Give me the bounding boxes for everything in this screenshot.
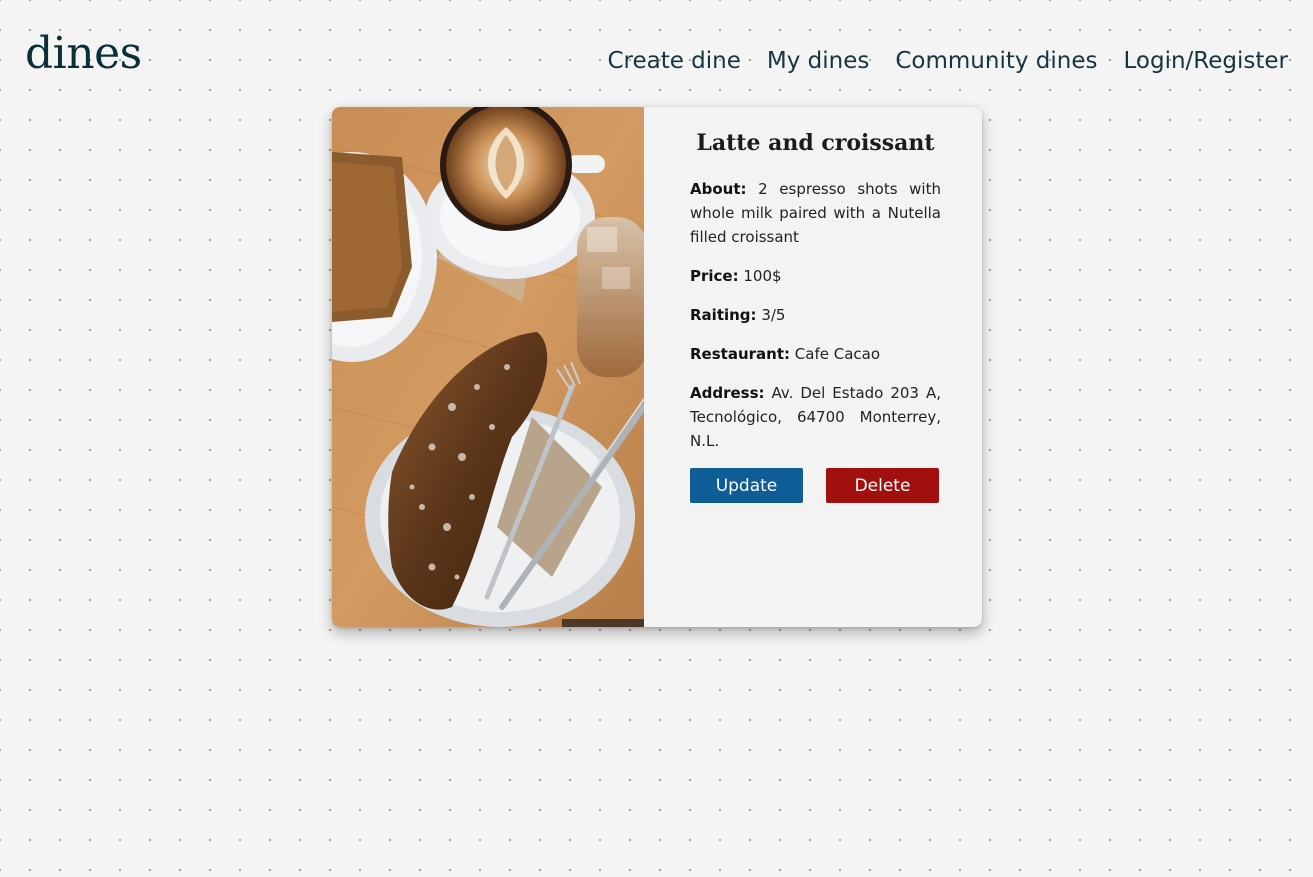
rating-label: Raiting:	[690, 306, 757, 324]
price-label: Price:	[690, 267, 739, 285]
address-field: Address: Av. Del Estado 203 A, Tecnológi…	[690, 381, 941, 453]
nav-login-register[interactable]: Login/Register	[1124, 44, 1289, 78]
price-value: 100$	[743, 267, 782, 285]
about-label: About:	[690, 180, 747, 198]
price-field: Price: 100$	[690, 264, 941, 288]
restaurant-value: Cafe Cacao	[794, 345, 881, 363]
restaurant-field: Restaurant: Cafe Cacao	[690, 342, 941, 366]
rating-value: 3/5	[761, 306, 786, 324]
about-field: About: 2 espresso shots with whole milk …	[690, 177, 941, 249]
dine-title: Latte and croissant	[696, 130, 935, 156]
dine-card: Latte and croissant About: 2 espresso sh…	[332, 107, 982, 627]
address-label: Address:	[690, 384, 765, 402]
nav-my-dines[interactable]: My dines	[767, 44, 869, 78]
delete-button[interactable]: Delete	[826, 468, 939, 503]
main-nav: Create dine My dines Community dines Log…	[607, 44, 1288, 78]
dine-details: Latte and croissant About: 2 espresso sh…	[690, 125, 941, 503]
dine-photo-image	[332, 107, 644, 627]
update-button[interactable]: Update	[690, 468, 803, 503]
nav-create-dine[interactable]: Create dine	[607, 44, 740, 78]
dine-photo	[332, 107, 644, 627]
rating-field: Raiting: 3/5	[690, 303, 941, 327]
dine-actions: Update Delete	[690, 468, 941, 503]
brand-logo[interactable]: dines	[25, 24, 142, 84]
restaurant-label: Restaurant:	[690, 345, 790, 363]
nav-community-dines[interactable]: Community dines	[895, 44, 1097, 78]
